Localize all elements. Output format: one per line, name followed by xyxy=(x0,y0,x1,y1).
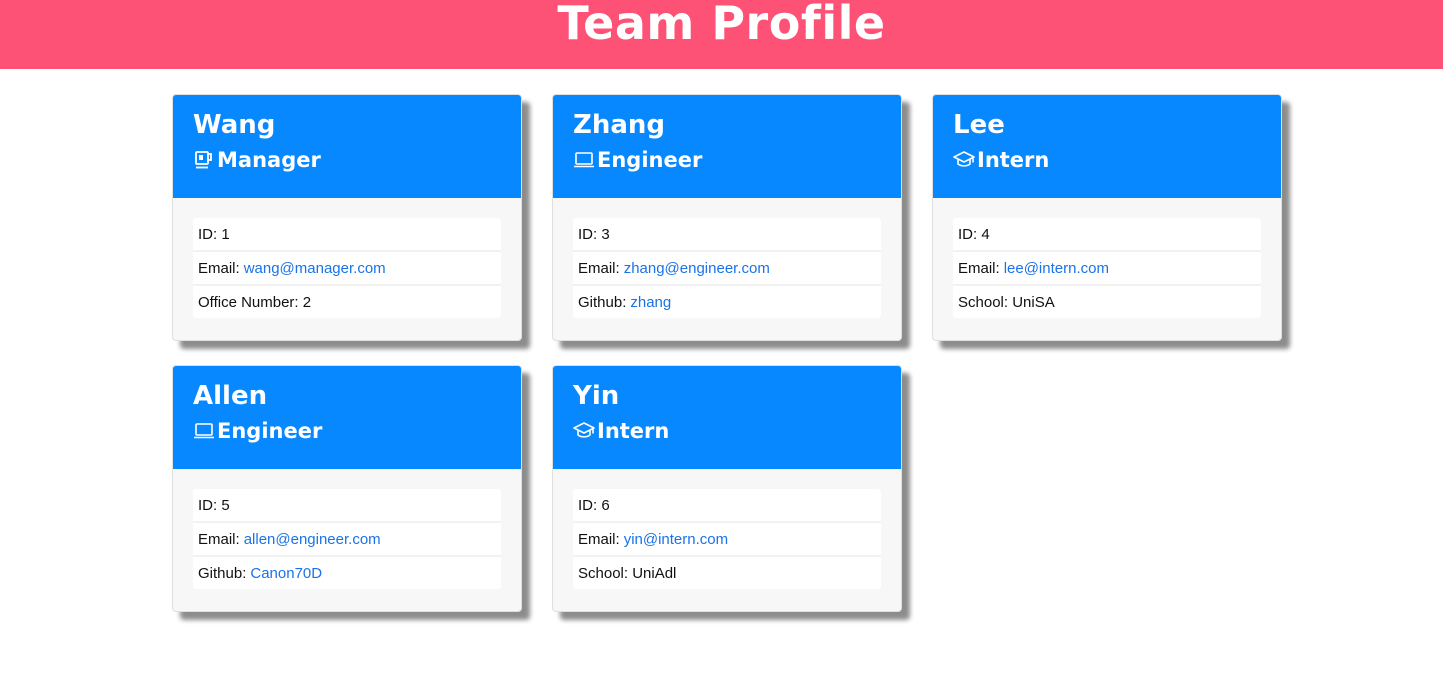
employee-role: Manager xyxy=(193,147,501,173)
github-row: Github: zhang xyxy=(573,286,881,318)
employee-id: ID: 4 xyxy=(953,218,1261,252)
school: School: UniAdl xyxy=(573,557,881,589)
card-header: Zhang Engineer xyxy=(553,95,901,198)
card-header: Allen Engineer xyxy=(173,366,521,469)
employee-role-label: Intern xyxy=(597,419,670,443)
card-body: ID: 6 Email: yin@intern.com School: UniA… xyxy=(553,469,901,589)
employee-email-row: Email: zhang@engineer.com xyxy=(573,252,881,286)
email-link[interactable]: allen@engineer.com xyxy=(244,531,381,548)
page-header: Team Profile xyxy=(0,0,1443,69)
employee-email-row: Email: allen@engineer.com xyxy=(193,523,501,557)
employee-details: ID: 4 Email: lee@intern.com School: UniS… xyxy=(953,218,1261,318)
github-row: Github: Canon70D xyxy=(193,557,501,589)
employee-name: Wang xyxy=(193,110,276,140)
email-link[interactable]: wang@manager.com xyxy=(244,260,386,277)
team-grid: Wang Manager ID: 1 Email: wang@manager.c… xyxy=(172,94,1282,612)
employee-email-row: Email: lee@intern.com xyxy=(953,252,1261,286)
email-link[interactable]: zhang@engineer.com xyxy=(624,260,770,277)
employee-details: ID: 1 Email: wang@manager.com Office Num… xyxy=(193,218,501,318)
email-label: Email: xyxy=(958,259,1000,277)
employee-role: Engineer xyxy=(193,418,501,444)
employee-card-lee: Lee Intern ID: 4 Email: lee@intern.com S… xyxy=(932,94,1282,341)
card-body: ID: 5 Email: allen@engineer.com Github: … xyxy=(173,469,521,589)
email-label: Email: xyxy=(198,259,240,277)
employee-name: Lee xyxy=(953,110,1005,140)
school: School: UniSA xyxy=(953,286,1261,318)
email-label: Email: xyxy=(578,530,620,548)
graduation-cap-icon xyxy=(953,149,975,171)
employee-role: Intern xyxy=(953,147,1261,173)
laptop-icon xyxy=(573,149,595,171)
employee-details: ID: 6 Email: yin@intern.com School: UniA… xyxy=(573,489,881,589)
page-title: Team Profile xyxy=(557,0,886,50)
card-body: ID: 1 Email: wang@manager.com Office Num… xyxy=(173,198,521,318)
email-link[interactable]: lee@intern.com xyxy=(1004,260,1109,277)
employee-card-wang: Wang Manager ID: 1 Email: wang@manager.c… xyxy=(172,94,522,341)
card-header: Wang Manager xyxy=(173,95,521,198)
employee-card-zhang: Zhang Engineer ID: 3 Email: zhang@engine… xyxy=(552,94,902,341)
employee-role-label: Engineer xyxy=(217,419,323,443)
card-body: ID: 4 Email: lee@intern.com School: UniS… xyxy=(933,198,1281,318)
card-header: Lee Intern xyxy=(933,95,1281,198)
github-link[interactable]: zhang xyxy=(630,294,671,311)
laptop-icon xyxy=(193,420,215,442)
employee-name: Allen xyxy=(193,381,268,411)
office-number: Office Number: 2 xyxy=(193,286,501,318)
employee-card-allen: Allen Engineer ID: 5 Email: allen@engine… xyxy=(172,365,522,612)
employee-name: Yin xyxy=(573,381,620,411)
employee-name: Zhang xyxy=(573,110,666,140)
employee-email-row: Email: yin@intern.com xyxy=(573,523,881,557)
employee-role-label: Manager xyxy=(217,148,321,172)
email-link[interactable]: yin@intern.com xyxy=(624,531,728,548)
card-header: Yin Intern xyxy=(553,366,901,469)
employee-id: ID: 1 xyxy=(193,218,501,252)
employee-details: ID: 3 Email: zhang@engineer.com Github: … xyxy=(573,218,881,318)
github-label: Github: xyxy=(198,564,247,582)
employee-id: ID: 6 xyxy=(573,489,881,523)
employee-role: Intern xyxy=(573,418,881,444)
employee-role: Engineer xyxy=(573,147,881,173)
graduation-cap-icon xyxy=(573,420,595,442)
email-label: Email: xyxy=(578,259,620,277)
card-body: ID: 3 Email: zhang@engineer.com Github: … xyxy=(553,198,901,318)
employee-details: ID: 5 Email: allen@engineer.com Github: … xyxy=(193,489,501,589)
employee-role-label: Engineer xyxy=(597,148,703,172)
github-label: Github: xyxy=(578,293,627,311)
employee-card-yin: Yin Intern ID: 6 Email: yin@intern.com S… xyxy=(552,365,902,612)
employee-id: ID: 3 xyxy=(573,218,881,252)
email-label: Email: xyxy=(198,530,240,548)
employee-id: ID: 5 xyxy=(193,489,501,523)
employee-role-label: Intern xyxy=(977,148,1050,172)
employee-email-row: Email: wang@manager.com xyxy=(193,252,501,286)
github-link[interactable]: Canon70D xyxy=(250,565,322,582)
coffee-mug-icon xyxy=(193,149,215,171)
